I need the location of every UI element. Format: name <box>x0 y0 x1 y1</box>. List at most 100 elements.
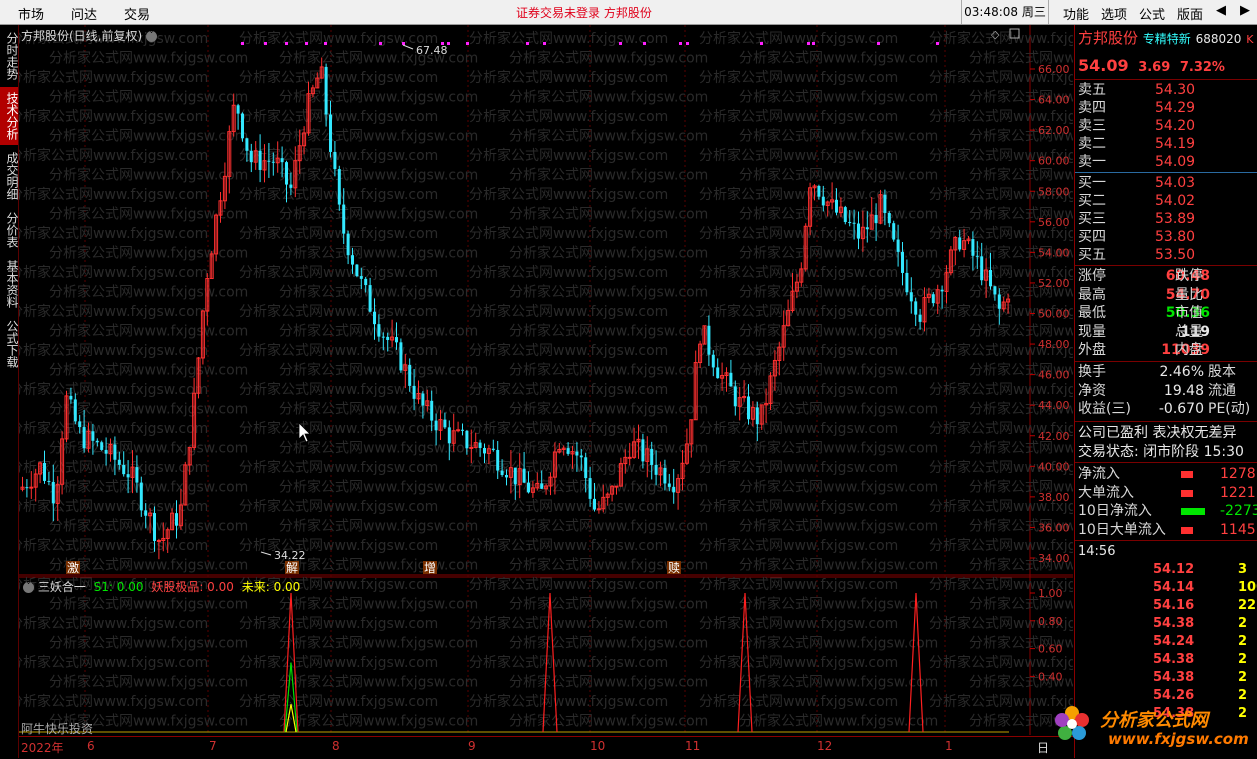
watermark-text: 分析家公式网www.fxjgsw.com <box>239 69 438 86</box>
watermark-text: 分析家公式网www.fxjgsw.com <box>699 147 898 164</box>
watermark-text: 分析家公式网www.fxjgsw.com <box>509 362 708 379</box>
watermark-text: 分析家公式网www.fxjgsw.com <box>49 440 248 457</box>
time-axis: 2022年 6 7 8 9 10 11 12 1 日 <box>19 736 1073 759</box>
menu-market[interactable]: 市场 <box>18 4 44 23</box>
watermark-text: 分析家公式网www.fxjgsw.com <box>699 537 898 554</box>
watermark-text: 分析家公式网www.fxjgsw.com <box>279 596 478 613</box>
tab-price-table[interactable]: 分价表 <box>0 207 19 253</box>
candle-body-down <box>333 151 337 170</box>
tick-price: 54.38 <box>1153 670 1195 685</box>
menu-layout[interactable]: 版面 <box>1177 4 1203 23</box>
sell-row: 卖五 54.30 <box>1078 81 1195 99</box>
watermark-text: 分析家公式网www.fxjgsw.com <box>279 518 478 535</box>
indicator-name[interactable]: 三妖合一 <box>38 580 86 594</box>
prev-icon[interactable]: ◀ <box>1216 3 1226 18</box>
sell-row: 卖三 54.20 <box>1078 117 1195 135</box>
candle-body-up <box>29 486 34 489</box>
stat2-value: 2.46% <box>1159 364 1204 380</box>
candle-body-down <box>843 207 847 223</box>
tab-trade-detail[interactable]: 成交明细 <box>0 147 19 205</box>
next-icon[interactable]: ▶ <box>1240 3 1250 18</box>
watermark-text: 分析家公式网www.fxjgsw.com <box>929 108 1073 125</box>
menu-wenda[interactable]: 问达 <box>71 4 97 23</box>
menu-formula[interactable]: 公式 <box>1139 4 1165 23</box>
buy-row: 买四 53.80 <box>1078 228 1195 246</box>
signal-dot <box>760 42 763 45</box>
watermark-text: 分析家公式网www.fxjgsw.com <box>49 50 248 67</box>
chevron-down-icon[interactable]: ˅ <box>146 31 158 42</box>
chart-title-text: 方邦股份(日线,前复权) <box>21 29 143 43</box>
watermark-text: 分析家公式网www.fxjgsw.com <box>49 89 248 106</box>
price-tick: 58.00 <box>1038 185 1070 198</box>
buy-label: 买二 <box>1078 193 1106 209</box>
watermark-text: 分析家公式网www.fxjgsw.com <box>929 381 1073 398</box>
sell-label: 卖四 <box>1078 100 1106 116</box>
candle-body-up <box>627 456 632 459</box>
tab-intraday[interactable]: 分时走势 <box>0 27 19 85</box>
diamond-icon[interactable]: ◇ <box>991 28 1000 41</box>
candle-body-down <box>69 395 73 400</box>
watermark-text: 分析家公式网www.fxjgsw.com <box>739 479 938 496</box>
trade-status: 交易状态: 闭市阶段 15:30 <box>1078 444 1244 460</box>
tick-price: 54.16 <box>1153 598 1195 613</box>
candle-body-down <box>430 400 434 421</box>
candle-body-down <box>958 237 962 250</box>
price-tick: 46.00 <box>1038 369 1070 382</box>
fxjgsw-logo: 分析家公式网 www.fxjgsw.com <box>1046 700 1249 752</box>
candle-body-down <box>527 482 530 493</box>
candle-body-down <box>997 294 1001 309</box>
tab-formula-download[interactable]: 公式下载 <box>0 315 19 373</box>
indicator-tick: 0.80 <box>1038 615 1063 628</box>
candle-body-down <box>144 510 148 516</box>
watermark-text: 分析家公式网www.fxjgsw.com <box>279 362 478 379</box>
stat2-label: 收益(三) <box>1078 401 1131 417</box>
stat-label-right: 量比 <box>1175 286 1203 303</box>
candle-body-down <box>817 185 821 197</box>
signal-dot <box>619 42 622 45</box>
watermark-text: 分析家公式网www.fxjgsw.com <box>739 518 938 535</box>
signal-dot <box>264 42 267 45</box>
watermark-text: 分析家公式网www.fxjgsw.com <box>19 693 208 710</box>
candle-body-down <box>650 448 654 465</box>
buy-price: 54.03 <box>1155 175 1196 191</box>
flow-label: 10日净流入 <box>1078 503 1152 519</box>
candle-body-down <box>896 239 900 252</box>
menu-function[interactable]: 功能 <box>1063 4 1089 23</box>
menu-options[interactable]: 选项 <box>1101 4 1127 23</box>
watermark-text: 分析家公式网www.fxjgsw.com <box>49 479 248 496</box>
tick-row: 54.12 3 <box>1078 561 1257 579</box>
watermark-text: 分析家公式网www.fxjgsw.com <box>239 108 438 125</box>
tab-basic-info[interactable]: 基本资料 <box>0 255 19 313</box>
signal-dot <box>305 42 308 45</box>
watermark-text: 分析家公式网www.fxjgsw.com <box>699 342 898 359</box>
watermark-text: 分析家公式网www.fxjgsw.com <box>239 264 438 281</box>
sell-price: 54.19 <box>1155 136 1196 152</box>
kline-chart-area[interactable]: 分析家公式网www.fxjgsw.com 分析家公式网www.fxjgsw.com… <box>19 25 1073 736</box>
tick-price: 54.38 <box>1153 652 1195 667</box>
kline-chart[interactable]: 分析家公式网www.fxjgsw.com 分析家公式网www.fxjgsw.com… <box>19 25 1073 735</box>
price-change-pct: 7.32% <box>1179 60 1225 75</box>
stat2-label-right: 流通 <box>1208 382 1236 399</box>
watermark-text: 分析家公式网www.fxjgsw.com <box>739 440 938 457</box>
flow-value: 1221 <box>1220 484 1256 501</box>
time-label: 9 <box>468 739 476 753</box>
marker-shu: 赎 <box>668 561 680 575</box>
watermark-text: 分析家公式网www.fxjgsw.com <box>279 557 478 574</box>
indicator-menu-icon[interactable]: ˅ <box>23 582 34 593</box>
stock-code-suffix: K <box>1246 33 1254 46</box>
tick-volume: 2 <box>1238 634 1248 649</box>
watermark-text: 分析家公式网www.fxjgsw.com <box>469 264 668 281</box>
watermark-text: 分析家公式网www.fxjgsw.com <box>279 50 478 67</box>
candle-body-down <box>91 431 95 441</box>
watermark-text: 分析家公式网www.fxjgsw.com <box>739 50 938 67</box>
candle-body-down <box>579 455 583 458</box>
tab-technical[interactable]: 技术分析 <box>0 87 19 145</box>
watermark-text: 分析家公式网www.fxjgsw.com <box>739 557 938 574</box>
stock-name: 方邦股份 <box>1078 29 1139 47</box>
menu-trade[interactable]: 交易 <box>124 4 150 23</box>
stat-label-right: 内盘 <box>1175 342 1203 358</box>
watermark-text: 分析家公式网www.fxjgsw.com <box>19 498 208 515</box>
time-label: 7 <box>209 739 217 753</box>
login-notice[interactable]: 证券交易未登录 方邦股份 <box>516 4 652 21</box>
candle-body-down <box>399 342 403 371</box>
